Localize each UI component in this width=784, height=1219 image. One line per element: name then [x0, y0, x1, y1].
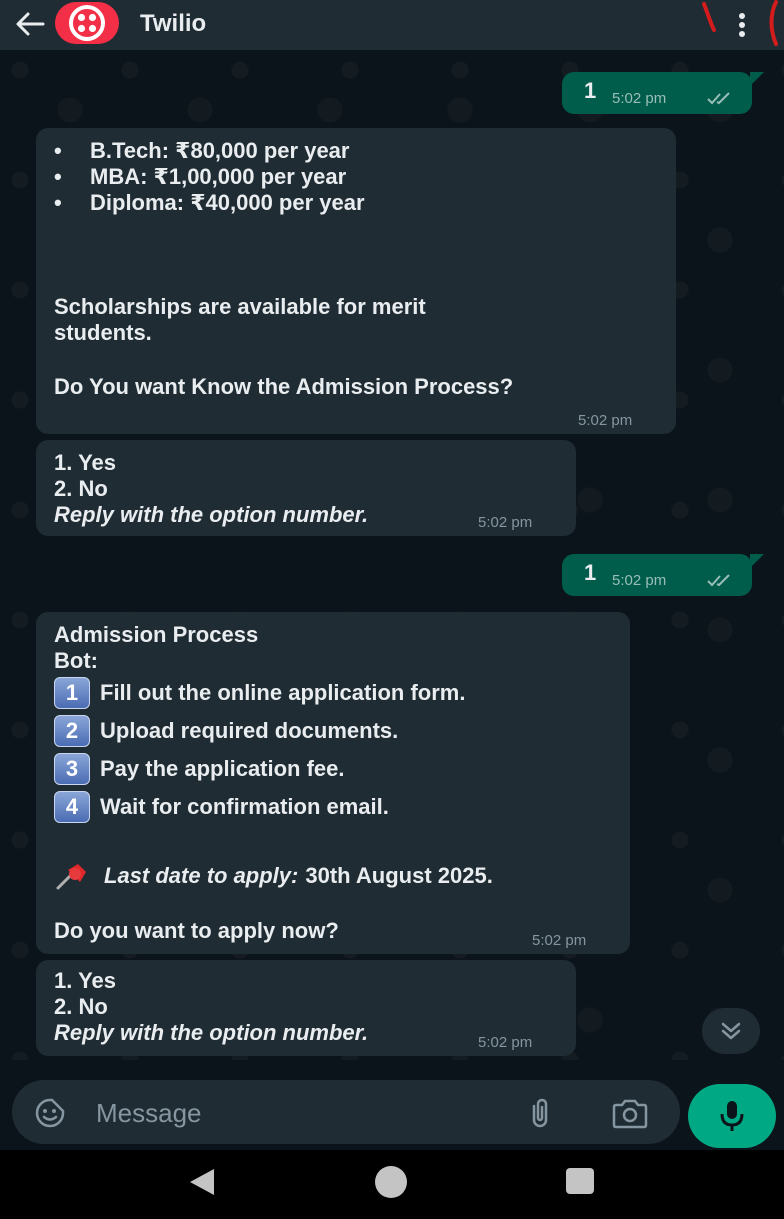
mic-button[interactable]: [688, 1084, 776, 1148]
nav-recents-square-icon[interactable]: [566, 1168, 594, 1194]
paperclip-icon[interactable]: [524, 1096, 556, 1130]
message-time: 5:02 pm: [578, 412, 633, 429]
option-item: 2. No: [54, 994, 108, 1019]
avatar[interactable]: [55, 2, 119, 44]
message-question: Do You want Know the Admission Process?: [54, 374, 514, 399]
list-item: • Diploma: ₹40,000 per year: [50, 190, 365, 216]
message-title: Admission Process: [54, 622, 259, 647]
message-text: students.: [54, 320, 152, 345]
nav-home-circle-icon[interactable]: [375, 1166, 407, 1198]
outgoing-message[interactable]: 1 5:02 pm: [562, 554, 764, 596]
chat-header: Twilio: [0, 0, 784, 50]
contact-name[interactable]: Twilio: [140, 10, 206, 38]
fee-item: MBA: ₹1,00,000 per year: [90, 164, 347, 189]
message-subtitle: Bot:: [54, 648, 98, 673]
deadline-label: Last date to apply:: [104, 863, 299, 888]
message-text: 1: [584, 560, 597, 585]
outgoing-message[interactable]: 1 5:02 pm: [562, 72, 764, 114]
message-text: Scholarships are available for merit: [54, 294, 426, 319]
step-item: 3 Pay the application fee.: [54, 750, 465, 788]
message-composer[interactable]: [12, 1080, 680, 1144]
step-text: Pay the application fee.: [100, 756, 345, 781]
message-question: Do you want to apply now?: [54, 918, 339, 943]
back-button[interactable]: [12, 6, 48, 42]
message-text: 1: [584, 78, 597, 103]
incoming-message[interactable]: Admission Process Bot: 1 Fill out the on…: [36, 612, 630, 954]
message-time: 5:02 pm: [612, 572, 667, 589]
step-text: Upload required documents.: [100, 718, 399, 743]
deadline-value: 30th August 2025.: [305, 863, 493, 888]
option-item: 2. No: [54, 476, 108, 501]
microphone-icon: [720, 1101, 744, 1131]
step-text: Wait for confirmation email.: [100, 794, 389, 819]
system-nav-bar: [0, 1150, 784, 1219]
incoming-message[interactable]: 1. Yes 2. No Reply with the option numbe…: [36, 440, 576, 536]
step-item: 4 Wait for confirmation email.: [54, 788, 465, 826]
option-hint: Reply with the option number.: [54, 1020, 369, 1045]
twilio-logo-icon: [69, 5, 105, 41]
list-item: • MBA: ₹1,00,000 per year: [50, 164, 365, 190]
step-text: Fill out the online application form.: [100, 680, 466, 705]
more-vertical-icon: [739, 13, 745, 37]
bullet: •: [54, 164, 62, 189]
double-check-icon: [707, 574, 730, 587]
message-list[interactable]: 1 5:02 pm • B.Tech: ₹80,000 per year • M…: [0, 50, 784, 1060]
keycap-number-icon: 3: [54, 753, 90, 785]
step-item: 2 Upload required documents.: [54, 712, 465, 750]
sticker-smile-icon[interactable]: [34, 1097, 66, 1129]
fee-item: B.Tech: ₹80,000 per year: [90, 138, 350, 163]
message-time: 5:02 pm: [532, 932, 587, 949]
message-time: 5:02 pm: [612, 90, 667, 107]
message-time: 5:02 pm: [478, 514, 533, 531]
nav-back-triangle-icon[interactable]: [186, 1166, 218, 1198]
incoming-message[interactable]: • B.Tech: ₹80,000 per year • MBA: ₹1,00,…: [36, 128, 676, 434]
arrow-left-icon: [16, 12, 45, 36]
deadline-line: Last date to apply: 30th August 2025.: [54, 860, 493, 892]
message-time: 5:02 pm: [478, 1034, 533, 1051]
list-item: • B.Tech: ₹80,000 per year: [50, 138, 365, 164]
incoming-message[interactable]: 1. Yes 2. No Reply with the option numbe…: [36, 960, 576, 1056]
pushpin-icon: [56, 864, 86, 890]
option-item: 1. Yes: [54, 450, 116, 475]
keycap-number-icon: 1: [54, 677, 90, 709]
double-chevron-down-icon: [721, 1022, 741, 1040]
chat-app: Twilio 1 5:02 pm • B.Tech: ₹80,000 per y…: [0, 0, 784, 1219]
bullet: •: [54, 138, 62, 163]
option-hint: Reply with the option number.: [54, 502, 369, 527]
option-item: 1. Yes: [54, 968, 116, 993]
keycap-number-icon: 4: [54, 791, 90, 823]
message-input[interactable]: [94, 1092, 508, 1134]
bullet: •: [54, 190, 62, 215]
composer-bar: [0, 1060, 784, 1150]
scroll-to-bottom-button[interactable]: [702, 1008, 760, 1054]
camera-icon[interactable]: [610, 1096, 650, 1130]
fee-item: Diploma: ₹40,000 per year: [90, 190, 365, 215]
double-check-icon: [707, 92, 730, 105]
more-options-button[interactable]: [730, 8, 754, 42]
keycap-number-icon: 2: [54, 715, 90, 747]
step-item: 1 Fill out the online application form.: [54, 674, 465, 712]
